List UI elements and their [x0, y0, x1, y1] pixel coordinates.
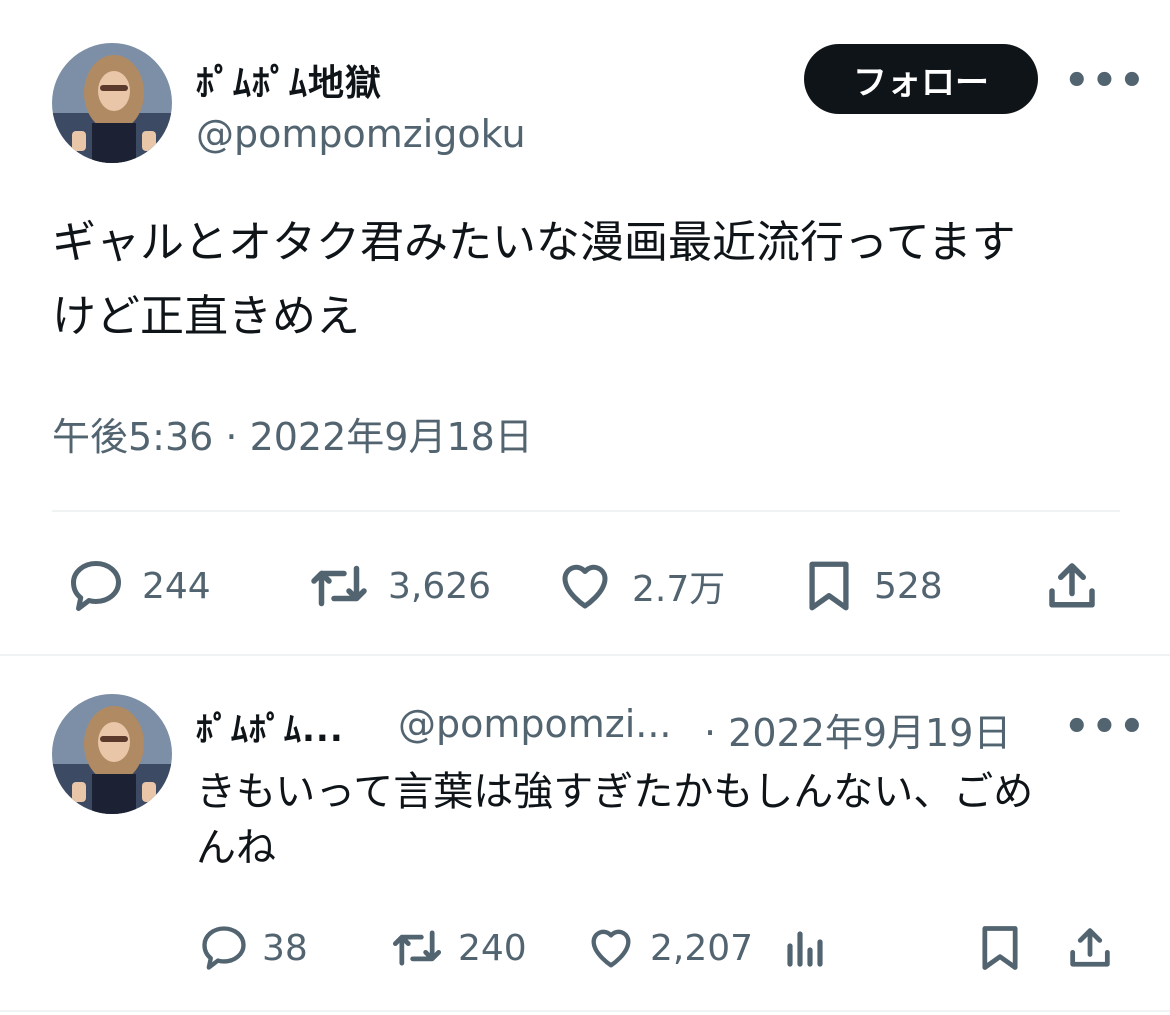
avatar[interactable] [52, 43, 172, 163]
share-icon [1070, 928, 1110, 967]
share-icon [1049, 563, 1095, 608]
reply-share-button[interactable] [1064, 922, 1116, 974]
share-button[interactable] [1042, 556, 1102, 616]
retweet-button[interactable]: 3,626 [306, 556, 491, 616]
reply-count: 244 [142, 565, 211, 607]
reply-author-name[interactable]: ﾎﾟﾑﾎﾟﾑ... [196, 702, 344, 751]
follow-button[interactable]: フォロー [804, 44, 1038, 114]
reply-like-count: 2,207 [650, 927, 754, 969]
bookmark-count: 528 [874, 565, 943, 607]
reply-retweet-count: 240 [458, 927, 527, 969]
divider [0, 1010, 1170, 1012]
reply-text: きもいって言葉は強すぎたかもしんない、ごめ んね [196, 764, 1136, 876]
reply-retweet-button[interactable]: 240 [388, 922, 527, 974]
reply-reply-button[interactable]: 38 [198, 922, 308, 974]
reply-bookmark-button[interactable] [974, 922, 1026, 974]
reply-button[interactable]: 244 [66, 556, 211, 616]
like-icon [591, 929, 631, 968]
bookmark-button[interactable]: 528 [800, 556, 943, 616]
reply-more-options-icon[interactable]: ••• [1064, 704, 1147, 750]
tweet-text-line: けど正直きめえ [52, 291, 360, 342]
avatar-image [52, 43, 172, 163]
reply-icon [202, 926, 246, 970]
bookmark-icon [982, 926, 1018, 970]
tweet-text: ギャルとオタク君みたいな漫画最近流行ってます けど正直きめえ [52, 206, 1132, 354]
reply-text-line: きもいって言葉は強すぎたかもしんない、ごめ [196, 769, 1034, 815]
reply-like-button[interactable]: 2,207 [584, 922, 753, 974]
author-handle[interactable]: @pompomzigoku [196, 112, 526, 156]
author-name[interactable]: ﾎﾟﾑﾎﾟﾑ地獄 [196, 54, 382, 106]
reply-text-line: んね [196, 825, 276, 871]
tweet-text-line: ギャルとオタク君みたいな漫画最近流行ってます [52, 217, 1016, 268]
divider [0, 654, 1170, 656]
like-count: 2.7万 [632, 569, 726, 610]
reply-reply-count: 38 [262, 927, 308, 969]
like-icon [562, 564, 608, 609]
like-button[interactable]: 2.7万 [554, 556, 725, 616]
reply-author-handle[interactable]: @pompomzi... [398, 702, 672, 746]
retweet-icon [392, 930, 442, 966]
reply-icon [71, 561, 121, 611]
tweet-timestamp[interactable]: 午後5:36 · 2022年9月18日 [52, 406, 533, 461]
retweet-icon [311, 565, 367, 607]
divider [52, 510, 1120, 512]
reply-date[interactable]: · 2022年9月19日 [704, 702, 1011, 757]
reply-views-button[interactable] [780, 922, 828, 974]
bookmark-icon [809, 561, 849, 611]
reply-avatar[interactable] [52, 694, 172, 814]
views-icon [787, 931, 823, 967]
retweet-count: 3,626 [388, 565, 492, 607]
avatar-image [52, 694, 172, 814]
more-options-icon[interactable]: ••• [1064, 58, 1147, 104]
